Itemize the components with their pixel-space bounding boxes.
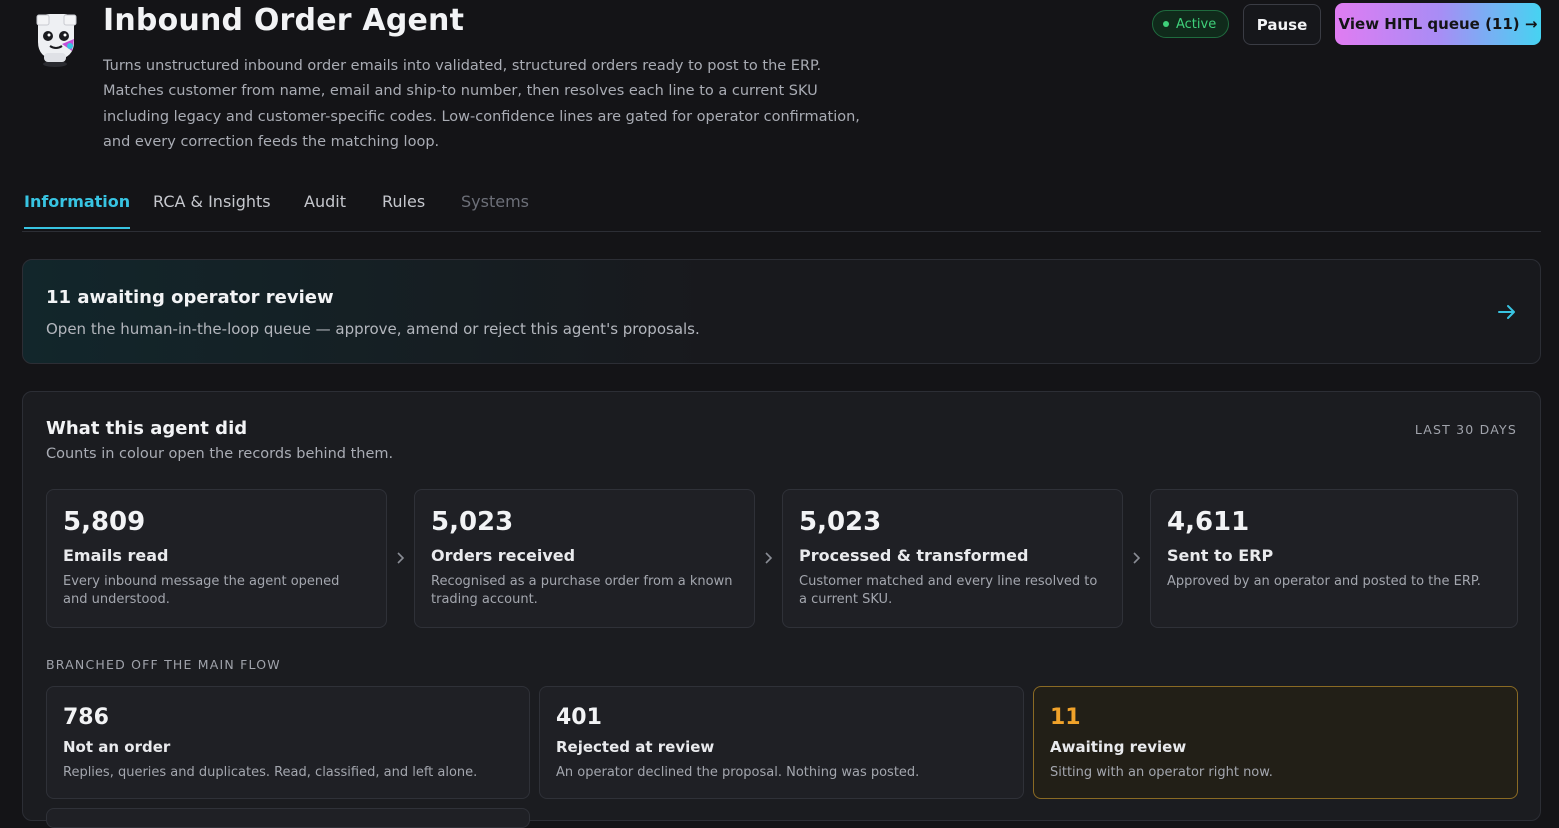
activity-title: What this agent did (46, 418, 248, 439)
flow-label: Sent to ERP (1167, 546, 1274, 565)
tab-information[interactable]: Information (24, 192, 131, 229)
branch-description: Replies, queries and duplicates. Read, c… (63, 765, 478, 780)
chevron-right-icon (765, 552, 773, 564)
branch-label: Not an order (63, 738, 171, 756)
agent-description: Turns unstructured inbound order emails … (103, 58, 860, 151)
period-label: LAST 30 DAYS (1414, 422, 1517, 437)
status-badge: Active (1152, 10, 1230, 38)
flow-count[interactable]: 5,809 (63, 507, 145, 537)
branch-description: Sitting with an operator right now. (1050, 765, 1273, 780)
tab-bar: Information RCA & Insights Audit Rules S… (22, 188, 1541, 232)
flow-label: Orders received (431, 546, 576, 565)
status-label: Active (1176, 16, 1217, 32)
tab-systems: Systems (461, 192, 529, 211)
flow-card-orders-received[interactable]: 5,023 Orders received Recognised as a pu… (414, 489, 755, 628)
activity-summary-panel: What this agent did Counts in colour ope… (22, 391, 1541, 828)
flow-description: Customer matched and every line resolved… (799, 574, 1098, 607)
branch-count[interactable]: 401 (556, 705, 602, 730)
flow-card-sent-to-erp[interactable]: 4,611 Sent to ERP Approved by an operato… (1150, 489, 1518, 628)
flow-count[interactable]: 4,611 (1167, 507, 1249, 537)
flow-description: Approved by an operator and posted to th… (1167, 574, 1481, 589)
branch-card-rejected-at-review[interactable]: 401 Rejected at review An operator decli… (539, 686, 1024, 799)
banner-title: 11 awaiting operator review (46, 287, 334, 308)
banner-subtitle: Open the human-in-the-loop queue — appro… (46, 320, 700, 338)
hitl-review-banner[interactable]: 11 awaiting operator review Open the hum… (22, 259, 1541, 364)
activity-subtitle: Counts in colour open the records behind… (46, 446, 394, 462)
branch-heading: BRANCHED OFF THE MAIN FLOW (46, 657, 281, 672)
branch-card-awaiting-review[interactable]: 11 Awaiting review Sitting with an opera… (1033, 686, 1518, 799)
page-title: Inbound Order Agent (103, 3, 465, 38)
flow-count[interactable]: 5,023 (799, 507, 881, 537)
flow-label: Processed & transformed (799, 546, 1029, 565)
flow-description: Every inbound message the agent opened a… (63, 574, 340, 607)
partial-card (46, 808, 530, 828)
flow-card-emails-read[interactable]: 5,809 Emails read Every inbound message … (46, 489, 387, 628)
agent-header: Inbound Order Agent Turns unstructured i… (0, 0, 1559, 160)
robot-mascot-icon (36, 14, 77, 67)
flow-count[interactable]: 5,023 (431, 507, 513, 537)
tab-rca-insights[interactable]: RCA & Insights (153, 192, 271, 225)
view-hitl-queue-button[interactable]: View HITL queue (11) → (1335, 3, 1541, 45)
branch-card-not-an-order[interactable]: 786 Not an order Replies, queries and du… (46, 686, 530, 799)
tab-audit[interactable]: Audit (304, 192, 346, 225)
branch-description: An operator declined the proposal. Nothi… (556, 765, 920, 780)
arrow-right-icon[interactable] (1495, 300, 1519, 324)
branch-count[interactable]: 11 (1050, 705, 1081, 730)
flow-card-processed-transformed[interactable]: 5,023 Processed & transformed Customer m… (782, 489, 1123, 628)
status-dot-icon (1163, 21, 1169, 27)
flow-label: Emails read (63, 546, 169, 565)
tab-rules[interactable]: Rules (382, 192, 425, 225)
branch-count[interactable]: 786 (63, 705, 109, 730)
branch-label: Rejected at review (556, 738, 715, 756)
branch-label: Awaiting review (1050, 738, 1187, 756)
flow-description: Recognised as a purchase order from a kn… (431, 574, 733, 607)
chevron-right-icon (397, 552, 405, 564)
pause-button[interactable]: Pause (1243, 4, 1321, 45)
chevron-right-icon (1133, 552, 1141, 564)
